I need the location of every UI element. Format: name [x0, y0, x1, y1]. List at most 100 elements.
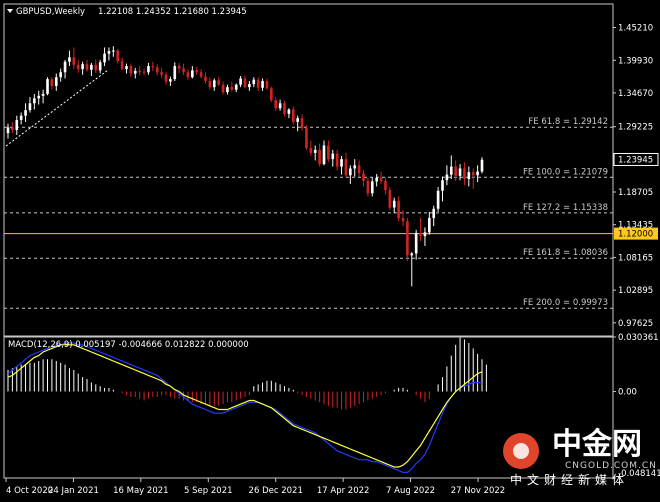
bear-candle-body — [164, 74, 168, 82]
bull-candle-body — [226, 87, 229, 93]
time-tick-label: 7 Aug 2022 — [386, 486, 435, 496]
fib-level-label: FE 100.0 = 1.21079 — [523, 167, 608, 177]
candle — [471, 168, 475, 189]
bear-candle-body — [120, 61, 124, 70]
price-tick-label: 1.08165 — [618, 253, 653, 263]
candle — [406, 218, 409, 261]
bear-candle-body — [94, 64, 98, 71]
candle — [28, 97, 32, 113]
bull-candle-body — [436, 190, 440, 209]
bull-candle-body — [133, 71, 137, 74]
price-tick-label: 1.02895 — [618, 286, 653, 296]
bear-candle-body — [270, 88, 273, 101]
candle — [362, 170, 365, 187]
time-tick-label: 27 Nov 2022 — [451, 486, 505, 496]
candle — [414, 229, 418, 260]
fib-level-label: FE 200.0 = 0.99973 — [523, 298, 608, 308]
bull-candle-body — [370, 181, 374, 194]
bull-candle-body — [476, 171, 479, 176]
bear-candle-body — [221, 84, 225, 93]
bull-candle-body — [313, 149, 317, 153]
chart-window[interactable]: FE 61.8 = 1.29142 FE 100.0 = 1.21079 FE 12… — [0, 0, 660, 498]
chart-canvas[interactable]: FE 61.8 = 1.29142 FE 100.0 = 1.21079 FE 12… — [0, 0, 660, 498]
candle — [278, 99, 282, 111]
bear-candle-body — [256, 79, 260, 88]
candle — [226, 84, 229, 95]
price-tick-label: 1.39930 — [618, 56, 653, 66]
candle — [458, 164, 462, 181]
bear-candle-body — [274, 100, 278, 109]
candle — [151, 61, 155, 72]
candle — [261, 78, 264, 91]
watermark-brand: 中金网 — [552, 427, 642, 462]
candle — [76, 59, 80, 73]
candle — [445, 165, 449, 186]
bear-candle-body — [463, 168, 466, 179]
bull-candle-body — [81, 64, 84, 70]
bear-candle-body — [76, 64, 80, 70]
candle — [397, 196, 400, 222]
bull-candle-body — [441, 180, 444, 191]
candle — [129, 63, 133, 78]
candle — [120, 57, 124, 71]
main-chart-border — [3, 3, 614, 337]
current-price-label: 1.23945 — [618, 155, 653, 165]
candle — [138, 66, 141, 76]
bear-candle-body — [327, 145, 330, 160]
time-tick-label: 5 Sep 2021 — [184, 486, 232, 496]
price-axis: 1.452101.399301.346701.292251.187051.134… — [613, 24, 659, 329]
candle — [46, 77, 49, 96]
bull-candle-body — [252, 79, 256, 85]
bull-candle-body — [90, 64, 93, 70]
bull-candle-body — [349, 168, 352, 176]
candle — [335, 149, 339, 171]
bear-candle-body — [11, 127, 14, 130]
ohlc-values: 1.22108 1.24352 1.21680 1.23945 — [98, 7, 247, 17]
candle — [54, 73, 58, 91]
bear-candle-body — [379, 177, 383, 181]
bear-candle-body — [291, 109, 295, 122]
candle — [59, 68, 62, 82]
fib-level-label: FE 61.8 = 1.29142 — [528, 117, 608, 127]
candle — [37, 90, 41, 105]
candle — [173, 62, 177, 81]
bear-candle-body — [138, 71, 141, 73]
bull-candle-body — [239, 78, 242, 85]
candle — [72, 47, 76, 70]
candle — [98, 59, 102, 74]
bull-candle-body — [212, 80, 216, 88]
candle — [384, 177, 387, 195]
candle — [15, 115, 19, 135]
candle — [410, 252, 414, 287]
bull-candle-body — [54, 77, 58, 86]
bull-candle-body — [353, 165, 357, 169]
candle — [313, 145, 317, 161]
candle — [63, 59, 67, 79]
candle — [234, 83, 238, 93]
bear-candle-body — [300, 118, 304, 129]
candle — [357, 160, 361, 177]
bull-candle-body — [173, 66, 177, 80]
candle — [33, 93, 36, 110]
candle — [191, 66, 194, 79]
bull-candle-body — [392, 200, 396, 208]
candle — [423, 227, 427, 247]
candle — [112, 46, 115, 57]
bull-candle-body — [375, 177, 378, 182]
time-tick-label: 26 Dec 2021 — [249, 486, 303, 496]
candle — [379, 171, 383, 184]
bear-candle-body — [177, 66, 181, 69]
bull-candle-body — [340, 159, 343, 167]
candle — [309, 140, 313, 157]
candle — [441, 176, 444, 202]
bull-candle-body — [331, 153, 335, 160]
candle — [81, 61, 84, 75]
dropdown-arrow-icon[interactable] — [7, 9, 13, 13]
bear-candle-body — [357, 165, 361, 174]
candle — [195, 66, 199, 75]
bull-candle-body — [191, 70, 194, 78]
bull-candle-body — [59, 72, 62, 78]
bear-candle-body — [85, 64, 89, 70]
candle — [85, 59, 89, 72]
candle — [344, 152, 348, 178]
